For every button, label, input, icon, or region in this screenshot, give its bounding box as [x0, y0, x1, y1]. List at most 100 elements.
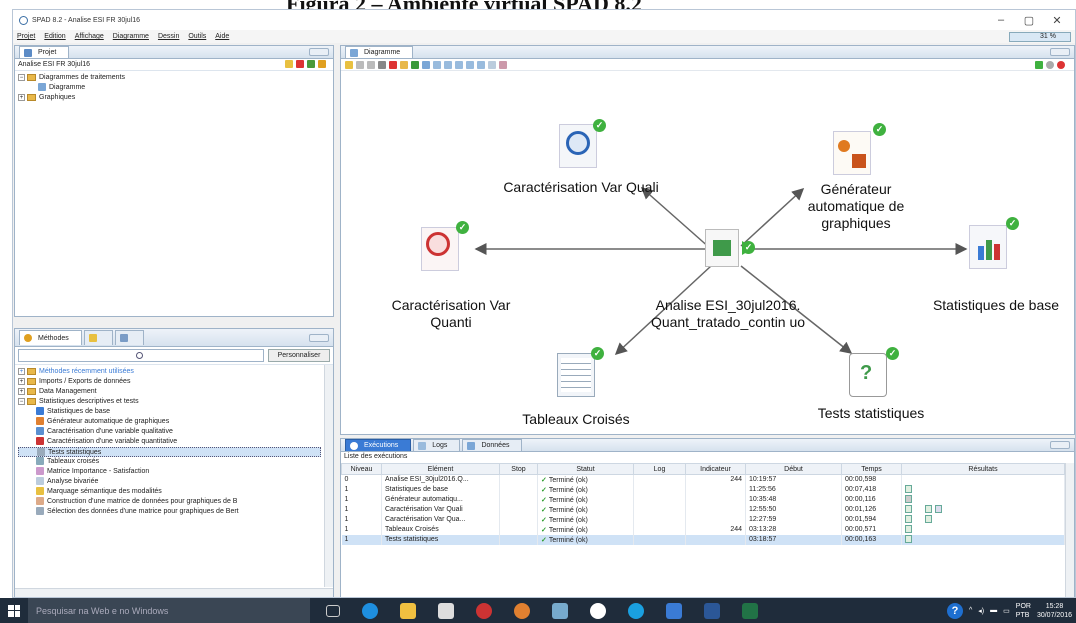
collapse-icon[interactable]: − — [18, 397, 25, 405]
tab-methodes[interactable]: Méthodes — [19, 330, 82, 345]
table-row-selected[interactable]: 1 Tests statistiques ✓ Terminé (ok) 03:18:57… — [341, 534, 1065, 545]
data-source-node[interactable] — [705, 229, 754, 267]
panel-minmax-button[interactable] — [1050, 441, 1070, 449]
delete-icon[interactable] — [389, 60, 397, 69]
edge-icon[interactable] — [362, 602, 378, 619]
method-generateur[interactable]: Générateur automatique de graphiques — [18, 417, 321, 427]
tableaux-node[interactable] — [557, 353, 595, 397]
method-selection-donnees[interactable]: Sélection des données d'une matrice pour… — [18, 507, 321, 517]
maximize-button[interactable]: ▢ — [1015, 14, 1043, 27]
expand-icon[interactable]: + — [18, 93, 25, 101]
chart-result-icon[interactable] — [905, 494, 912, 503]
undo-icon[interactable] — [356, 60, 364, 69]
col-statut[interactable]: Statut — [537, 463, 634, 475]
tab-favorites[interactable] — [83, 330, 113, 345]
help-icon[interactable]: ? — [947, 602, 963, 619]
expand-icon[interactable]: + — [18, 377, 25, 385]
method-tests-statistiques[interactable]: Tests statistiques — [18, 447, 321, 457]
word-icon[interactable] — [704, 602, 720, 619]
skype-icon[interactable] — [628, 602, 644, 619]
chrome-icon[interactable] — [476, 602, 492, 619]
table-row[interactable]: 1 Générateur automatiqu... ✓ Terminé (ok) 10… — [341, 494, 1065, 505]
clock[interactable]: 15:28 30/07/2016 — [1037, 602, 1072, 620]
tree-item-graphiques[interactable]: + Graphiques — [18, 93, 330, 103]
method-car-qualitative[interactable]: Caractérisation d'une variable qualitati… — [18, 427, 321, 437]
result-icon[interactable] — [905, 484, 912, 493]
menu-aide[interactable]: Aide — [215, 33, 229, 40]
tree-item-statistiques-desc[interactable]: − Statistiques descriptives et tests — [18, 397, 321, 407]
col-indicateur[interactable]: Indicateur — [685, 463, 746, 475]
method-construction-matrice[interactable]: Construction d'une matrice de données po… — [18, 497, 321, 507]
tab-executions[interactable]: Exécutions — [345, 439, 412, 451]
tests-node[interactable]: ? — [849, 353, 887, 397]
new-icon[interactable] — [285, 60, 293, 68]
col-stop[interactable]: Stop — [499, 463, 538, 475]
minimize-button[interactable]: – — [987, 14, 1015, 26]
fit-icon[interactable] — [466, 60, 474, 69]
layout-icon[interactable] — [422, 60, 430, 69]
network-icon[interactable]: ▬ — [990, 607, 997, 614]
methodes-search-input[interactable] — [18, 349, 264, 362]
table-row[interactable]: 1 Caractérisation Var Qua... ✓ Terminé (ok)… — [341, 514, 1065, 525]
tree-item-diagrammes[interactable]: − Diagrammes de traitements — [18, 73, 330, 83]
tree-item-data-management[interactable]: + Data Management — [18, 387, 321, 397]
grid-icon[interactable] — [477, 60, 485, 69]
stats-node[interactable] — [969, 225, 1007, 269]
menu-outils[interactable]: Outils — [188, 33, 206, 40]
zoom-icon[interactable] — [433, 60, 441, 69]
close-button[interactable]: ✕ — [1043, 14, 1071, 27]
tree-item-recent[interactable]: + Méthodes récemment utilisées — [18, 367, 321, 377]
start-button[interactable] — [0, 598, 28, 623]
file-explorer-icon[interactable] — [400, 602, 416, 619]
menu-affichage[interactable]: Affichage — [75, 33, 104, 40]
executions-scrollbar[interactable] — [1065, 463, 1074, 597]
tab-library[interactable] — [114, 330, 144, 345]
diagram-canvas[interactable]: ✓ Analise ESI_30jul2016. Quant_tratado_c… — [341, 71, 1074, 434]
tray-chevron-icon[interactable]: ^ — [969, 607, 972, 614]
pencil-icon[interactable] — [345, 60, 353, 69]
app-icon[interactable] — [552, 602, 568, 619]
col-niveau[interactable]: Niveau — [341, 463, 382, 475]
tree-item-imports[interactable]: + Imports / Exports de données — [18, 377, 321, 387]
volume-icon[interactable]: ◂) — [978, 607, 984, 615]
zoom-indicator[interactable]: 31 % — [1009, 32, 1071, 42]
method-matrice-importance[interactable]: Matrice Importance - Satisfaction — [18, 467, 321, 477]
methodes-hscrollbar[interactable] — [15, 588, 333, 597]
tab-logs[interactable]: Logs — [413, 439, 461, 451]
tree-item-diagramme[interactable]: Diagramme — [18, 83, 330, 93]
menu-projet[interactable]: Projet — [17, 33, 35, 40]
method-car-quantitative[interactable]: Caractérisation d'une variable quantitat… — [18, 437, 321, 447]
taskbar-search-input[interactable]: Pesquisar na Web e no Windows — [28, 598, 310, 623]
method-analyse-bivariee[interactable]: Analyse bivariée — [18, 477, 321, 487]
cut-icon[interactable] — [378, 60, 386, 69]
col-log[interactable]: Log — [633, 463, 686, 475]
check-icon[interactable] — [1035, 61, 1043, 69]
hp-icon[interactable] — [590, 602, 606, 619]
methodes-scrollbar[interactable] — [324, 365, 333, 587]
method-tableaux-croises[interactable]: Tableaux croisés — [18, 457, 321, 467]
table-row[interactable]: 0 Analise ESI_30jul2016.Q... ✓ Terminé (ok)… — [341, 474, 1065, 485]
expand-icon[interactable]: + — [18, 387, 25, 395]
excel-icon[interactable] — [742, 602, 758, 619]
delete-icon[interactable] — [296, 60, 304, 68]
result-icon[interactable] — [925, 514, 932, 523]
tab-diagramme[interactable]: Diagramme — [345, 46, 414, 58]
folder-open-icon[interactable] — [400, 60, 408, 69]
firefox-icon[interactable] — [514, 602, 530, 619]
col-element[interactable]: Elément — [381, 463, 500, 475]
method-marquage-semantique[interactable]: Marquage sémantique des modalités — [18, 487, 321, 497]
store-icon[interactable] — [438, 602, 454, 619]
result-icon[interactable] — [925, 504, 932, 513]
collapse-icon[interactable]: − — [18, 73, 25, 81]
table-row[interactable]: 1 Statistiques de base ✓ Terminé (ok) 11:25:… — [341, 484, 1065, 495]
language-indicator[interactable]: POR PTB — [1016, 602, 1031, 620]
panel-minmax-button[interactable] — [309, 334, 329, 342]
menu-edition[interactable]: Edition — [44, 33, 65, 40]
col-temps[interactable]: Temps — [841, 463, 902, 475]
method-statistiques-base[interactable]: Statistiques de base — [18, 407, 321, 417]
chart-icon[interactable] — [499, 60, 507, 69]
car-quanti-node[interactable] — [421, 227, 459, 271]
tab-projet[interactable]: Projet — [19, 46, 70, 58]
result-icon[interactable] — [935, 504, 942, 513]
menu-dessin[interactable]: Dessin — [158, 33, 179, 40]
